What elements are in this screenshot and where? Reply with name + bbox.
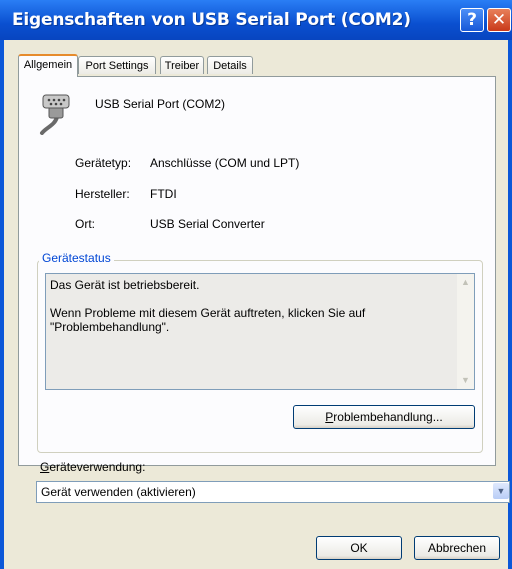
tab-details[interactable]: Details [207, 56, 253, 74]
troubleshoot-label: roblembehandlung... [333, 410, 443, 424]
device-usage-value: Gerät verwenden (aktivieren) [36, 481, 510, 503]
device-status-title: Gerätestatus [39, 251, 114, 265]
location-label: Ort: [75, 217, 95, 231]
device-name: USB Serial Port (COM2) [95, 97, 226, 111]
device-type-value: Anschlüsse (COM und LPT) [150, 156, 300, 170]
manufacturer-label: Hersteller: [75, 187, 130, 201]
device-type-label: Gerätetyp: [75, 156, 132, 170]
tab-port-settings[interactable]: Port Settings [78, 56, 156, 74]
serial-port-icon [40, 94, 70, 135]
manufacturer-value: FTDI [150, 187, 177, 201]
location-value: USB Serial Converter [150, 217, 265, 231]
tab-allgemein[interactable]: Allgemein [18, 54, 78, 77]
title-bar[interactable]: Eigenschaften von USB Serial Port (COM2)… [0, 0, 512, 40]
status-scrollbar[interactable]: ▲ ▼ [457, 274, 474, 389]
help-icon: ? [467, 10, 477, 30]
usage-label-text: eräteverwendung: [49, 460, 146, 474]
tab-treiber[interactable]: Treiber [160, 56, 204, 74]
device-status-text: Das Gerät ist betriebsbereit. Wenn Probl… [50, 278, 366, 334]
general-tab-panel: USB Serial Port (COM2) Gerätetyp: Anschl… [18, 76, 496, 466]
ok-button[interactable]: OK [316, 536, 402, 560]
scroll-up-icon[interactable]: ▲ [458, 275, 473, 290]
device-usage-label: Geräteverwendung: [40, 460, 145, 474]
window-title: Eigenschaften von USB Serial Port (COM2) [12, 10, 411, 30]
cancel-button[interactable]: Abbrechen [414, 536, 500, 560]
help-button[interactable]: ? [460, 8, 484, 32]
scroll-down-icon[interactable]: ▼ [458, 373, 473, 388]
properties-dialog: Eigenschaften von USB Serial Port (COM2)… [0, 0, 512, 569]
usage-accelerator: G [40, 460, 50, 474]
troubleshoot-button[interactable]: Problembehandlung... [293, 405, 475, 429]
chevron-down-icon[interactable]: ▼ [493, 483, 509, 499]
close-icon: ✕ [491, 10, 507, 30]
close-button[interactable]: ✕ [487, 8, 511, 32]
device-usage-select[interactable]: Gerät verwenden (aktivieren) ▼ [36, 481, 512, 503]
device-status-textbox[interactable]: Das Gerät ist betriebsbereit. Wenn Probl… [45, 273, 475, 390]
dialog-client-area: Allgemein Port Settings Treiber Details … [4, 40, 510, 569]
